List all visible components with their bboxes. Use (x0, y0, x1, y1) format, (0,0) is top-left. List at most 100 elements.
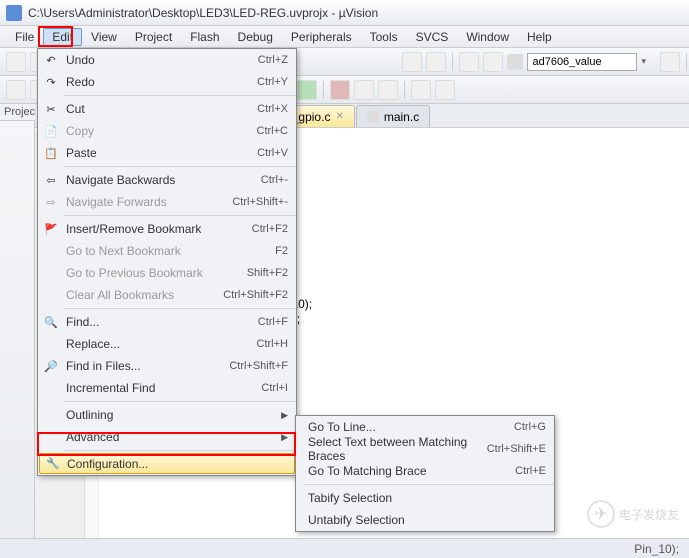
menu-shortcut: Ctrl+F (258, 316, 288, 328)
menu-label: Navigate Forwards (66, 195, 167, 209)
menu-item-cut[interactable]: ✂CutCtrl+X (38, 98, 296, 120)
menu-item-replace-[interactable]: Replace...Ctrl+H (38, 333, 296, 355)
menu-icon (43, 336, 59, 352)
submenu-item-untabify-selection[interactable]: Untabify Selection (296, 509, 554, 531)
menu-icon (43, 243, 59, 259)
menu-label: Outlining (66, 408, 113, 422)
project-panel-title: Project (0, 104, 35, 121)
menu-item-outlining[interactable]: Outlining ▶ (38, 404, 296, 426)
close-icon[interactable]: ✕ (335, 111, 343, 122)
menu-label: Configuration... (67, 457, 148, 471)
menu-item-insert-remove-bookmark[interactable]: 🚩 Insert/Remove Bookmark Ctrl+F2 (38, 218, 296, 240)
menu-icon: ✂ (43, 101, 59, 117)
configure-icon[interactable] (411, 80, 431, 100)
menu-file[interactable]: File (6, 28, 43, 46)
menu-icon: 🔍 (43, 314, 59, 330)
menu-icon: 📋 (43, 145, 59, 161)
menu-shortcut: Ctrl+Shift+F (229, 360, 288, 372)
manage-icon[interactable] (378, 80, 398, 100)
menu-item-navigate-forwards: ⇨Navigate ForwardsCtrl+Shift+- (38, 191, 296, 213)
menu-label: Navigate Backwards (66, 173, 175, 187)
menu-item-advanced[interactable]: Advanced ▶ (38, 426, 296, 448)
indent-icon[interactable] (459, 52, 479, 72)
dropdown-icon[interactable]: ▾ (641, 56, 646, 67)
tab-label: main.c (384, 110, 419, 124)
menu-window[interactable]: Window (457, 28, 518, 46)
submenu-label: Tabify Selection (308, 491, 392, 505)
menu-label: Clear All Bookmarks (66, 288, 174, 302)
menu-icon: 🔎 (43, 358, 59, 374)
menu-icon (43, 287, 59, 303)
bookmark-icon[interactable] (402, 52, 422, 72)
bookmark-next-icon[interactable] (426, 52, 446, 72)
submenu-label: Untabify Selection (308, 513, 405, 527)
menu-item-configuration-[interactable]: 🔧 Configuration... (39, 453, 295, 474)
menu-shortcut: Ctrl+C (257, 125, 288, 137)
submenu-item-tabify-selection[interactable]: Tabify Selection (296, 487, 554, 509)
menu-shortcut: Ctrl+Z (258, 54, 288, 66)
menu-item-find-in-files-[interactable]: 🔎Find in Files...Ctrl+Shift+F (38, 355, 296, 377)
menu-item-incremental-find[interactable]: Incremental FindCtrl+I (38, 377, 296, 399)
menu-item-undo[interactable]: ↶ Undo Ctrl+Z (38, 49, 296, 71)
menu-peripherals[interactable]: Peripherals (282, 28, 361, 46)
menu-help[interactable]: Help (518, 28, 561, 46)
menu-icon: 🔧 (45, 456, 61, 472)
submenu-shortcut: Ctrl+G (514, 421, 546, 433)
file-icon (367, 111, 379, 123)
advanced-submenu: Go To Line...Ctrl+GSelect Text between M… (295, 415, 555, 532)
search-input[interactable] (527, 53, 637, 71)
edit-menu-dropdown: ↶ Undo Ctrl+Z ↷RedoCtrl+Y ✂CutCtrl+X 📄 Copy Ctr… (37, 48, 297, 476)
menu-icon: ↷ (43, 74, 59, 90)
menu-label: Go to Next Bookmark (66, 244, 181, 258)
menu-debug[interactable]: Debug (229, 28, 282, 46)
menu-project[interactable]: Project (126, 28, 181, 46)
menu-svcs[interactable]: SVCS (407, 28, 458, 46)
menu-icon (43, 407, 59, 423)
submenu-arrow-icon: ▶ (281, 432, 288, 443)
menu-item-navigate-backwards[interactable]: ⇦Navigate BackwardsCtrl+- (38, 169, 296, 191)
menu-edit[interactable]: Edit (43, 28, 82, 46)
submenu-item-select-text-between-matching-braces[interactable]: Select Text between Matching BracesCtrl+… (296, 438, 554, 460)
menu-shortcut: Ctrl+Shift+F2 (223, 289, 288, 301)
tab-main-c[interactable]: main.c (356, 105, 430, 127)
menu-label: Incremental Find (66, 381, 155, 395)
debug-icon[interactable] (297, 80, 317, 100)
status-text: Pin_10); (634, 542, 679, 556)
menu-view[interactable]: View (82, 28, 126, 46)
search-icon[interactable] (507, 54, 523, 70)
menu-shortcut: Ctrl+X (257, 103, 288, 115)
menu-label: Undo (66, 53, 95, 67)
submenu-label: Select Text between Matching Braces (308, 435, 487, 463)
menu-shortcut: Ctrl+Shift+- (232, 196, 288, 208)
menu-item-paste[interactable]: 📋PasteCtrl+V (38, 142, 296, 164)
find-icon[interactable] (660, 52, 680, 72)
submenu-arrow-icon: ▶ (281, 410, 288, 421)
menu-item-find-[interactable]: 🔍Find...Ctrl+F (38, 311, 296, 333)
menu-icon: ↶ (43, 52, 59, 68)
options-icon[interactable] (354, 80, 374, 100)
stop-icon[interactable] (330, 80, 350, 100)
menu-icon (43, 429, 59, 445)
menu-icon: 🚩 (43, 221, 59, 237)
menu-label: Insert/Remove Bookmark (66, 222, 201, 236)
menu-shortcut: F2 (275, 245, 288, 257)
menu-flash[interactable]: Flash (181, 28, 228, 46)
outdent-icon[interactable] (483, 52, 503, 72)
target-icon[interactable] (435, 80, 455, 100)
submenu-shortcut: Ctrl+Shift+E (487, 443, 546, 455)
menu-item-redo[interactable]: ↷RedoCtrl+Y (38, 71, 296, 93)
menu-shortcut: Ctrl+Y (257, 76, 288, 88)
menu-icon (43, 380, 59, 396)
menu-shortcut: Ctrl+F2 (252, 223, 288, 235)
menu-label: Advanced (66, 430, 119, 444)
menu-tools[interactable]: Tools (361, 28, 407, 46)
new-file-icon[interactable] (6, 52, 26, 72)
submenu-label: Go To Matching Brace (308, 464, 427, 478)
menu-icon: ⇦ (43, 172, 59, 188)
menu-shortcut: Ctrl+H (257, 338, 288, 350)
menu-icon: 📄 (43, 123, 59, 139)
translate-icon[interactable] (6, 80, 26, 100)
submenu-item-go-to-matching-brace[interactable]: Go To Matching BraceCtrl+E (296, 460, 554, 482)
menu-item-copy: 📄 Copy Ctrl+C (38, 120, 296, 142)
menu-label: Copy (66, 124, 94, 138)
